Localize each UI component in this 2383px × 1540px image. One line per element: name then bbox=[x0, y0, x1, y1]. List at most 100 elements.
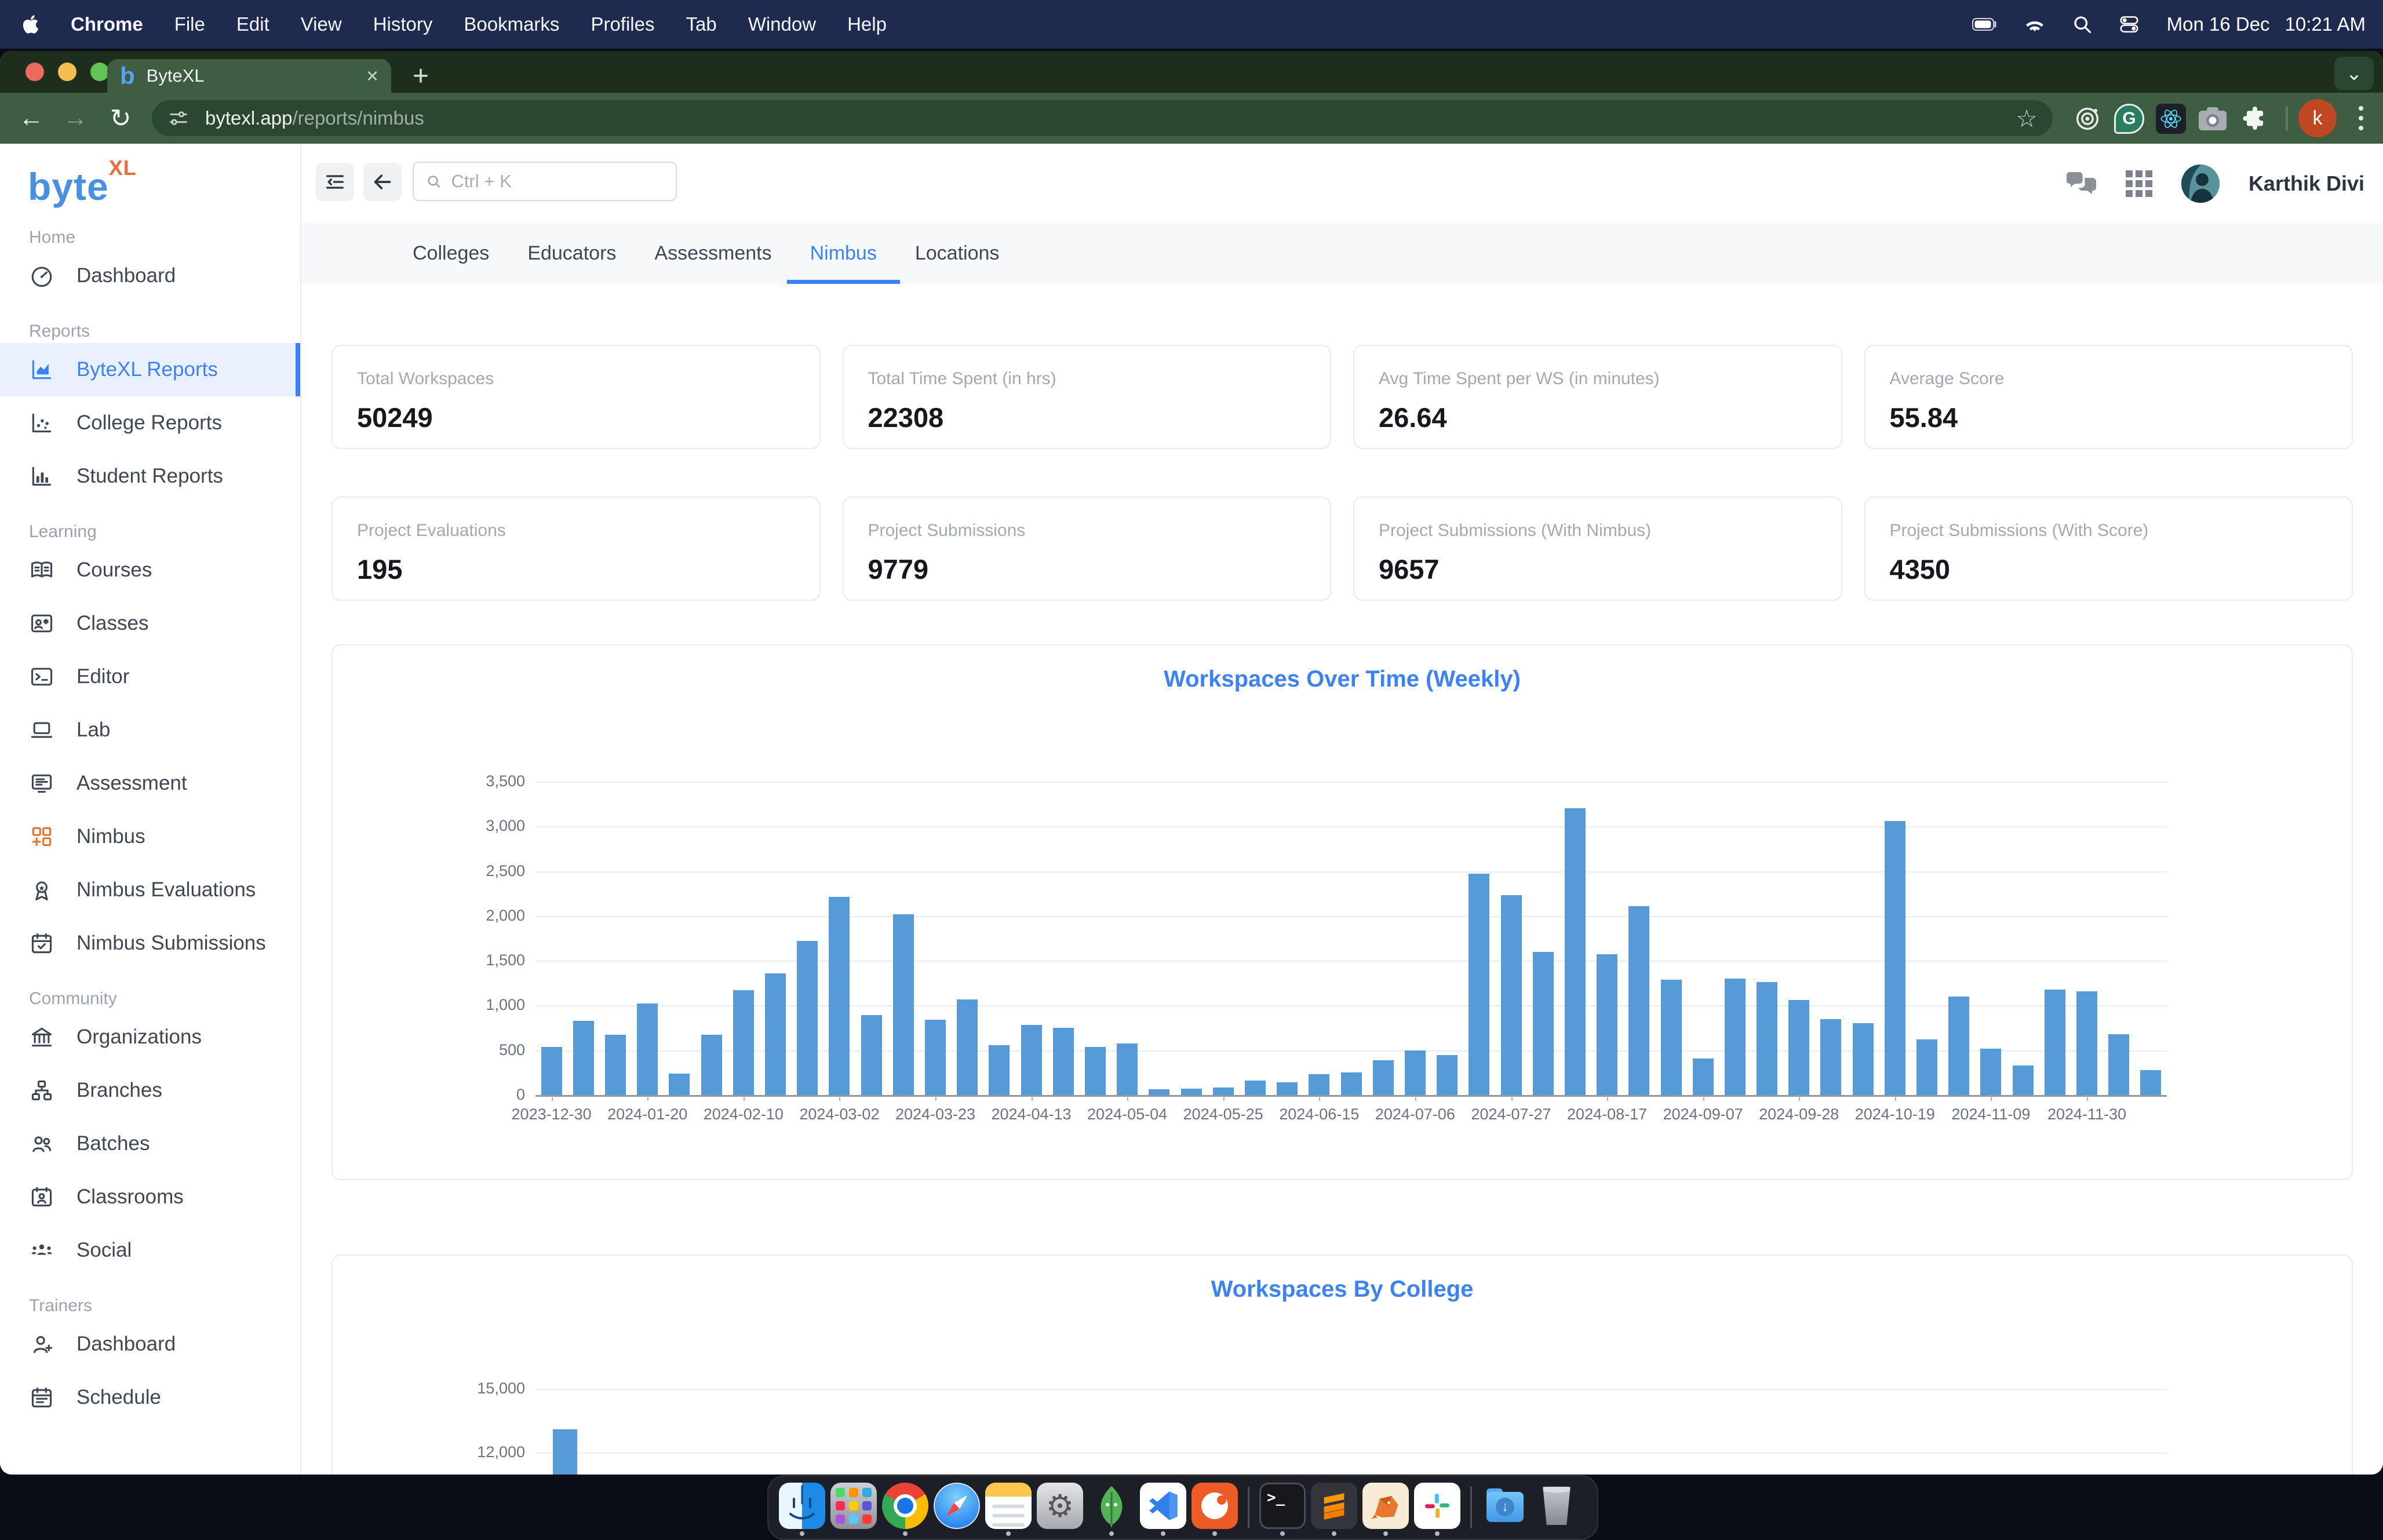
sidebar-item-college-reports[interactable]: College Reports bbox=[0, 396, 300, 450]
sidebar-item-nimbus-evaluations[interactable]: Nimbus Evaluations bbox=[0, 863, 300, 917]
chart1-bar[interactable] bbox=[1341, 1072, 1362, 1095]
chart1-bar[interactable] bbox=[1820, 1019, 1841, 1095]
tab-educators[interactable]: Educators bbox=[527, 223, 616, 284]
chart1-bar[interactable] bbox=[925, 1020, 946, 1095]
chart1-bar[interactable] bbox=[2045, 990, 2065, 1095]
chart1-bar[interactable] bbox=[989, 1045, 1010, 1095]
chart1-bar[interactable] bbox=[2108, 1034, 2129, 1095]
chart1-bar[interactable] bbox=[1277, 1082, 1298, 1095]
dock-icon-sublime-text[interactable] bbox=[1310, 1479, 1358, 1537]
chart1-bar[interactable] bbox=[1149, 1089, 1169, 1095]
chart1-bar[interactable] bbox=[1373, 1060, 1394, 1095]
page-back-button[interactable] bbox=[363, 163, 402, 201]
sidebar-item-courses[interactable]: Courses bbox=[0, 543, 300, 597]
forward-icon[interactable]: → bbox=[58, 101, 93, 136]
tab-close-icon[interactable]: × bbox=[366, 64, 378, 88]
chart1-bar[interactable] bbox=[1053, 1028, 1074, 1095]
chart1-bar[interactable] bbox=[1916, 1039, 1937, 1095]
collapse-sidebar-button[interactable] bbox=[316, 163, 354, 201]
reload-icon[interactable]: ↻ bbox=[103, 101, 138, 136]
chart1-bar[interactable] bbox=[2076, 991, 2097, 1095]
chart1-bar[interactable] bbox=[1405, 1050, 1426, 1095]
chart1-bar[interactable] bbox=[573, 1021, 594, 1095]
bytexl-logo[interactable]: byteXL bbox=[28, 165, 300, 209]
chart1-bar[interactable] bbox=[2013, 1065, 2034, 1095]
tab-assessments[interactable]: Assessments bbox=[654, 223, 771, 284]
chart1-bar[interactable] bbox=[733, 990, 754, 1095]
tab-nimbus[interactable]: Nimbus bbox=[810, 223, 877, 284]
sidebar-item-dashboard[interactable]: Dashboard bbox=[0, 249, 300, 302]
dock-icon-downloads-folder[interactable]: ↓ bbox=[1481, 1479, 1529, 1537]
menu-item-bookmarks[interactable]: Bookmarks bbox=[464, 13, 559, 35]
chart1-bar[interactable] bbox=[1788, 1000, 1809, 1095]
chart1-bar[interactable] bbox=[1853, 1023, 1874, 1095]
chart1-bar[interactable] bbox=[605, 1035, 626, 1095]
chart1-bar[interactable] bbox=[1181, 1089, 1202, 1095]
battery-icon[interactable] bbox=[1972, 17, 1998, 31]
dock-icon-vscode[interactable] bbox=[1139, 1479, 1187, 1537]
chart1-bar[interactable] bbox=[1885, 821, 1905, 1095]
user-avatar[interactable] bbox=[2181, 165, 2220, 203]
sidebar-item-nimbus-submissions[interactable]: Nimbus Submissions bbox=[0, 917, 300, 970]
search-input[interactable] bbox=[451, 171, 664, 192]
chart1-bar[interactable] bbox=[1501, 895, 1522, 1095]
chart1-bar[interactable] bbox=[1021, 1025, 1042, 1095]
sidebar-item-editor[interactable]: Editor bbox=[0, 650, 300, 703]
sidebar-item-bytexl-reports[interactable]: ByteXL Reports bbox=[0, 343, 300, 396]
back-icon[interactable]: ← bbox=[14, 101, 49, 136]
apple-menu-icon[interactable] bbox=[22, 14, 39, 35]
chart1-bar[interactable] bbox=[1533, 952, 1554, 1095]
sidebar-item-branches[interactable]: Branches bbox=[0, 1064, 300, 1117]
chart1-bar[interactable] bbox=[541, 1047, 562, 1095]
menu-item-tab[interactable]: Tab bbox=[686, 13, 716, 35]
menu-item-chrome[interactable]: Chrome bbox=[71, 13, 143, 35]
wifi-icon[interactable] bbox=[2023, 15, 2046, 34]
chart1-bar[interactable] bbox=[1309, 1074, 1329, 1095]
chart1-bar[interactable] bbox=[1437, 1055, 1458, 1095]
menu-item-view[interactable]: View bbox=[301, 13, 342, 35]
dock-icon-postman[interactable] bbox=[1190, 1479, 1239, 1537]
window-close-button[interactable] bbox=[25, 63, 44, 81]
chart1-bar[interactable] bbox=[861, 1015, 882, 1095]
screenshot-icon[interactable] bbox=[2196, 102, 2229, 136]
control-center-icon[interactable] bbox=[2118, 14, 2140, 35]
react-devtools-icon[interactable] bbox=[2154, 102, 2188, 136]
sidebar-item-nimbus[interactable]: Nimbus bbox=[0, 810, 300, 863]
new-tab-button[interactable]: + bbox=[413, 60, 429, 92]
chart1-bar[interactable] bbox=[1213, 1088, 1234, 1095]
menu-item-help[interactable]: Help bbox=[847, 13, 887, 35]
chart1-bar[interactable] bbox=[701, 1035, 722, 1095]
dock-icon-launchpad[interactable] bbox=[829, 1479, 878, 1537]
sidebar-item-classrooms[interactable]: Classrooms bbox=[0, 1170, 300, 1224]
bookmark-star-icon[interactable]: ☆ bbox=[2016, 104, 2038, 133]
dock-icon-notes[interactable] bbox=[984, 1479, 1033, 1537]
sidebar-item-dashboard[interactable]: Dashboard bbox=[0, 1318, 300, 1371]
chart1-bar[interactable] bbox=[1693, 1059, 1714, 1095]
chart1-bar[interactable] bbox=[829, 897, 850, 1095]
chart1-bar[interactable] bbox=[1597, 954, 1617, 1095]
chart1-bar[interactable] bbox=[797, 941, 818, 1095]
chart1-bar[interactable] bbox=[1628, 906, 1649, 1095]
window-zoom-button[interactable] bbox=[90, 63, 109, 81]
dock-icon-terminal[interactable]: >_ bbox=[1258, 1479, 1307, 1537]
chart1-bar[interactable] bbox=[1725, 979, 1746, 1095]
grammarly-icon[interactable]: G bbox=[2112, 102, 2146, 136]
chart1-bar[interactable] bbox=[1948, 997, 1969, 1095]
sidebar-item-schedule[interactable]: Schedule bbox=[0, 1371, 300, 1424]
chart1-bar[interactable] bbox=[637, 1003, 658, 1095]
chart1-bar[interactable] bbox=[765, 973, 786, 1095]
dock-icon-safari[interactable] bbox=[932, 1479, 981, 1537]
dock-icon-chrome[interactable] bbox=[881, 1479, 930, 1537]
orbit-icon[interactable] bbox=[2071, 102, 2104, 136]
chart1-bar[interactable] bbox=[1757, 982, 1777, 1095]
menu-item-history[interactable]: History bbox=[373, 13, 433, 35]
sidebar-item-organizations[interactable]: Organizations bbox=[0, 1010, 300, 1064]
chart1-bar[interactable] bbox=[669, 1074, 690, 1095]
dock-icon-finder[interactable] bbox=[778, 1479, 826, 1537]
sidebar-item-social[interactable]: Social bbox=[0, 1224, 300, 1277]
spotlight-icon[interactable] bbox=[2072, 14, 2093, 35]
dock-icon-trash[interactable] bbox=[1532, 1479, 1581, 1537]
sidebar-item-assessment[interactable]: Assessment bbox=[0, 757, 300, 810]
menu-item-file[interactable]: File bbox=[174, 13, 205, 35]
address-bar[interactable]: bytexl.app/reports/nimbus ☆ bbox=[152, 100, 2053, 136]
